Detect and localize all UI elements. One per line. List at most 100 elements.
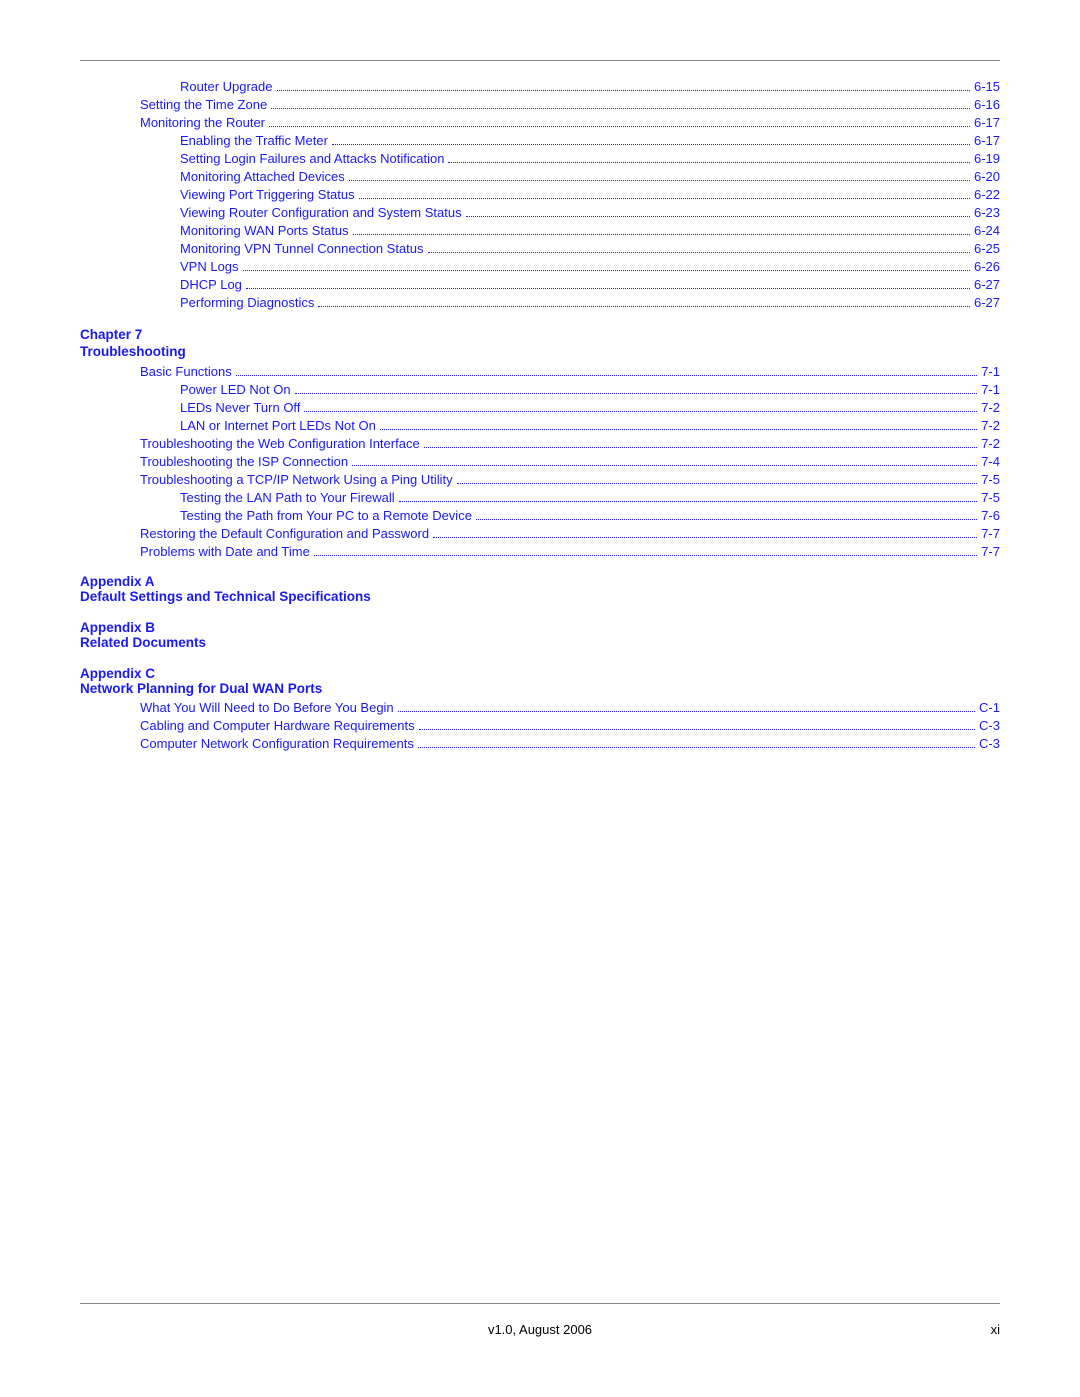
appendix-c-label: Appendix C	[80, 666, 155, 681]
toc-top-entries: Router Upgrade 6-15 Setting the Time Zone6…	[80, 79, 1000, 313]
toc-item: Monitoring Attached Devices 6-20	[80, 169, 1000, 184]
toc-item-page: 6-23	[974, 205, 1000, 220]
toc-dots	[419, 729, 975, 730]
toc-item-label: Monitoring Attached Devices	[180, 169, 345, 184]
toc-item-page: 7-7	[981, 526, 1000, 541]
toc-dots	[295, 393, 978, 394]
toc-item-page: 6-26	[974, 259, 1000, 274]
toc-item-page: 7-5	[981, 490, 1000, 505]
toc-item: Monitoring the Router 6-17	[80, 115, 1000, 130]
appendix-c-subtitle: Network Planning for Dual WAN Ports	[80, 681, 1000, 696]
toc-item: Restoring the Default Configuration and …	[80, 526, 1000, 541]
toc-item-label: VPN Logs	[180, 259, 239, 274]
toc-item: DHCP Log6-27	[80, 277, 1000, 292]
toc-item-label: Computer Network Configuration Requireme…	[140, 736, 414, 751]
appendix-c-subtitle-text: Network Planning for Dual WAN Ports	[80, 681, 322, 696]
toc-item-label: Testing the Path from Your PC to a Remot…	[180, 508, 472, 523]
toc-item-label: Monitoring the Router	[140, 115, 265, 130]
appendix-a-subtitle-text: Default Settings and Technical Specifica…	[80, 589, 371, 604]
toc-item-label: Power LED Not On	[180, 382, 291, 397]
toc-item: Monitoring WAN Ports Status 6-24	[80, 223, 1000, 238]
chapter7-label: Chapter 7	[80, 327, 142, 342]
footer-page-num: xi	[960, 1322, 1000, 1337]
toc-item: Troubleshooting the Web Configuration In…	[80, 436, 1000, 451]
toc-item: Router Upgrade 6-15	[80, 79, 1000, 94]
chapter7-heading: Chapter 7	[80, 327, 1000, 342]
toc-item-label: Monitoring VPN Tunnel Connection Status	[180, 241, 424, 256]
toc-item-page: 6-24	[974, 223, 1000, 238]
toc-item: Performing Diagnostics6-27	[80, 295, 1000, 310]
toc-dots	[359, 198, 970, 199]
footer: v1.0, August 2006 xi	[80, 1322, 1000, 1337]
toc-item-label: What You Will Need to Do Before You Begi…	[140, 700, 394, 715]
toc-item-page: 7-1	[981, 364, 1000, 379]
toc-dots	[399, 501, 978, 502]
toc-item-page: 6-19	[974, 151, 1000, 166]
toc-item: Viewing Router Configuration and System …	[80, 205, 1000, 220]
toc-item: What You Will Need to Do Before You Begi…	[80, 700, 1000, 715]
toc-dots	[418, 747, 975, 748]
toc-item-label: Setting Login Failures and Attacks Notif…	[180, 151, 444, 166]
toc-item-page: 6-25	[974, 241, 1000, 256]
toc-item-label: Monitoring WAN Ports Status	[180, 223, 349, 238]
toc-item-page: 7-4	[981, 454, 1000, 469]
toc-dots	[380, 429, 977, 430]
footer-version: v1.0, August 2006	[120, 1322, 960, 1337]
toc-item: Testing the Path from Your PC to a Remot…	[80, 508, 1000, 523]
toc-item: LAN or Internet Port LEDs Not On7-2	[80, 418, 1000, 433]
toc-item-page: 7-5	[981, 472, 1000, 487]
toc-item-label: DHCP Log	[180, 277, 242, 292]
toc-item-label: Enabling the Traffic Meter	[180, 133, 328, 148]
toc-item-label: Viewing Router Configuration and System …	[180, 205, 462, 220]
toc-item: Power LED Not On7-1	[80, 382, 1000, 397]
toc-dots	[349, 180, 970, 181]
toc-dots	[424, 447, 978, 448]
toc-dots	[448, 162, 969, 163]
toc-item-page: 7-2	[981, 400, 1000, 415]
toc-item-label: Problems with Date and Time	[140, 544, 310, 559]
toc-item: Cabling and Computer Hardware Requiremen…	[80, 718, 1000, 733]
toc-dots	[428, 252, 970, 253]
toc-item-page: C-3	[979, 718, 1000, 733]
toc-dots	[271, 108, 970, 109]
appendix-c-heading: Appendix C	[80, 666, 1000, 681]
toc-dots	[332, 144, 970, 145]
toc-dots	[476, 519, 977, 520]
toc-dots	[243, 270, 970, 271]
toc-dots	[466, 216, 970, 217]
toc-item-label: Testing the LAN Path to Your Firewall	[180, 490, 395, 505]
toc-item: Setting the Time Zone6-16	[80, 97, 1000, 112]
toc-item-label: Troubleshooting the ISP Connection	[140, 454, 348, 469]
toc-item: Viewing Port Triggering Status6-22	[80, 187, 1000, 202]
toc-item: Troubleshooting a TCP/IP Network Using a…	[80, 472, 1000, 487]
chapter7-subtitle: Troubleshooting	[80, 344, 1000, 359]
toc-dots	[246, 288, 970, 289]
toc-item-label: LAN or Internet Port LEDs Not On	[180, 418, 376, 433]
toc-dots	[318, 306, 970, 307]
toc-item-label: LEDs Never Turn Off	[180, 400, 300, 415]
toc-item-page: 6-17	[974, 133, 1000, 148]
toc-item: Basic Functions7-1	[80, 364, 1000, 379]
toc-dots	[236, 375, 977, 376]
toc-item-page: 6-15	[974, 79, 1000, 94]
toc-dots	[433, 537, 977, 538]
toc-dots	[353, 234, 970, 235]
toc-item-label: Troubleshooting the Web Configuration In…	[140, 436, 420, 451]
toc-dots	[277, 90, 970, 91]
toc-item-label: Router Upgrade	[180, 79, 273, 94]
bottom-rule: v1.0, August 2006 xi	[80, 1303, 1000, 1337]
toc-dots	[314, 555, 977, 556]
toc-dots	[398, 711, 975, 712]
toc-item: VPN Logs 6-26	[80, 259, 1000, 274]
appendix-a-label: Appendix A	[80, 574, 155, 589]
toc-item-page: 6-17	[974, 115, 1000, 130]
toc-item-page: 7-2	[981, 436, 1000, 451]
toc-item-page: C-1	[979, 700, 1000, 715]
toc-item: Monitoring VPN Tunnel Connection Status 6…	[80, 241, 1000, 256]
toc-chapter7-entries: Basic Functions7-1Power LED Not On7-1LED…	[80, 364, 1000, 562]
toc-item-label: Troubleshooting a TCP/IP Network Using a…	[140, 472, 453, 487]
toc-item-page: 6-20	[974, 169, 1000, 184]
toc-item-label: Performing Diagnostics	[180, 295, 314, 310]
toc-item-page: 7-6	[981, 508, 1000, 523]
toc-appendix-c-entries: What You Will Need to Do Before You Begi…	[80, 700, 1000, 754]
